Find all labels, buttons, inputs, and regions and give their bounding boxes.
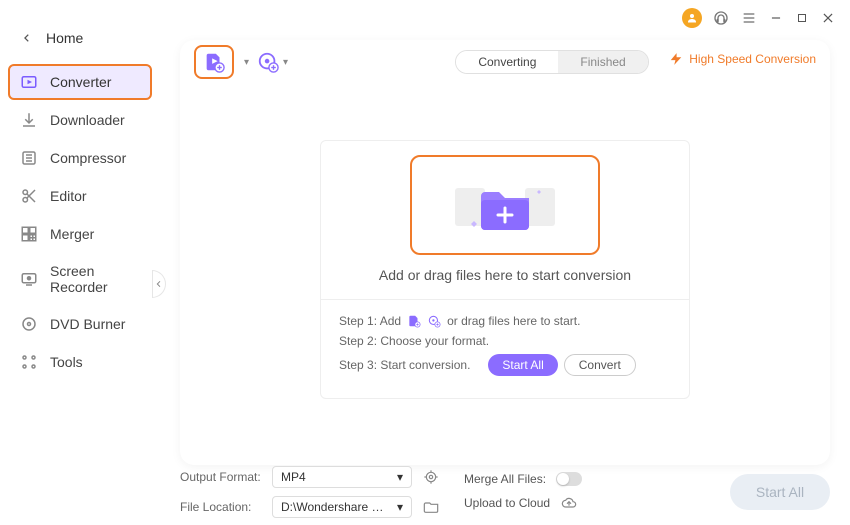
step3-text: Step 3: Start conversion. xyxy=(339,358,470,372)
recorder-icon xyxy=(20,270,38,288)
folder-illustration xyxy=(445,170,565,240)
dropzone: Add or drag files here to start conversi… xyxy=(320,140,690,399)
sidebar-item-editor[interactable]: Editor xyxy=(8,178,152,214)
dvd-icon xyxy=(20,315,38,333)
merger-icon xyxy=(20,225,38,243)
add-dvd-button[interactable] xyxy=(255,49,281,75)
sidebar-item-converter[interactable]: Converter xyxy=(8,64,152,100)
converter-icon xyxy=(20,73,38,91)
sidebar-home[interactable]: Home xyxy=(0,22,160,64)
upload-label: Upload to Cloud xyxy=(464,496,550,510)
step1-suffix: or drag files here to start. xyxy=(447,314,580,328)
lightning-icon xyxy=(669,52,683,66)
output-format-value: MP4 xyxy=(281,470,306,484)
file-location-label: File Location: xyxy=(180,500,262,514)
sidebar-item-label: Editor xyxy=(50,188,87,204)
panel-toolbar: ▾ ▾ Converting Finished High Speed Co xyxy=(180,40,830,84)
merge-toggle[interactable] xyxy=(556,472,582,486)
output-settings-icon[interactable] xyxy=(422,468,440,486)
high-speed-conversion[interactable]: High Speed Conversion xyxy=(669,52,816,66)
dropzone-box[interactable] xyxy=(410,155,600,255)
convert-button[interactable]: Convert xyxy=(564,354,636,376)
sidebar-item-label: DVD Burner xyxy=(50,316,125,332)
tools-icon xyxy=(20,353,38,371)
content-panel: ▾ ▾ Converting Finished High Speed Co xyxy=(180,40,830,465)
file-location-value: D:\Wondershare UniConverter 1 xyxy=(281,500,391,514)
high-speed-label: High Speed Conversion xyxy=(689,52,816,66)
add-file-button[interactable] xyxy=(194,45,234,79)
sidebar-item-label: Tools xyxy=(50,354,83,370)
dropzone-text: Add or drag files here to start conversi… xyxy=(335,267,675,283)
sidebar-item-label: Screen Recorder xyxy=(50,263,140,295)
merge-label: Merge All Files: xyxy=(464,472,546,486)
step-1: Step 1: Add or drag files here to start. xyxy=(339,314,671,328)
start-all-button[interactable]: Start All xyxy=(488,354,557,376)
sidebar-item-label: Converter xyxy=(50,74,111,90)
start-all-main-button[interactable]: Start All xyxy=(730,474,830,510)
add-dvd-dropdown-caret[interactable]: ▾ xyxy=(283,57,288,68)
sidebar-item-dvd-burner[interactable]: DVD Burner xyxy=(8,306,152,342)
sidebar-item-tools[interactable]: Tools xyxy=(8,344,152,380)
compressor-icon xyxy=(20,149,38,167)
file-location-select[interactable]: D:\Wondershare UniConverter 1 ▾ xyxy=(272,496,412,518)
tab-converting[interactable]: Converting xyxy=(456,51,558,73)
add-dvd-mini-icon xyxy=(427,314,441,328)
sidebar-item-label: Compressor xyxy=(50,150,126,166)
chevron-left-icon xyxy=(155,280,163,288)
add-file-dropdown-caret[interactable]: ▾ xyxy=(244,57,249,68)
open-folder-icon[interactable] xyxy=(422,498,440,516)
add-dvd-icon xyxy=(257,51,279,73)
chevron-down-icon: ▾ xyxy=(397,500,403,514)
output-format-label: Output Format: xyxy=(180,470,262,484)
sidebar-item-compressor[interactable]: Compressor xyxy=(8,140,152,176)
dropzone-steps: Step 1: Add or drag files here to start.… xyxy=(321,299,689,398)
sidebar-home-label: Home xyxy=(46,30,83,46)
downloader-icon xyxy=(20,111,38,129)
step-2: Step 2: Choose your format. xyxy=(339,334,671,348)
add-file-mini-icon xyxy=(407,314,421,328)
sidebar-item-merger[interactable]: Merger xyxy=(8,216,152,252)
cloud-upload-icon[interactable] xyxy=(560,494,578,512)
sidebar-item-label: Merger xyxy=(50,226,94,242)
add-file-icon xyxy=(203,51,225,73)
sidebar-item-downloader[interactable]: Downloader xyxy=(8,102,152,138)
step-3: Step 3: Start conversion. Start All Conv… xyxy=(339,354,671,376)
dropzone-upper: Add or drag files here to start conversi… xyxy=(321,141,689,299)
status-tabs: Converting Finished xyxy=(455,50,648,74)
sidebar-item-screen-recorder[interactable]: Screen Recorder xyxy=(8,254,152,304)
chevron-left-icon xyxy=(22,33,32,43)
step1-prefix: Step 1: Add xyxy=(339,314,401,328)
tab-finished[interactable]: Finished xyxy=(558,51,647,73)
sidebar-item-label: Downloader xyxy=(50,112,125,128)
chevron-down-icon: ▾ xyxy=(397,470,403,484)
sidebar: Home Converter Downloader Compressor Edi… xyxy=(0,0,160,525)
bottom-bar: Output Format: MP4 ▾ File Location: D:\W… xyxy=(180,467,830,517)
editor-icon xyxy=(20,187,38,205)
main-area: ▾ ▾ Converting Finished High Speed Co xyxy=(160,0,850,525)
output-format-select[interactable]: MP4 ▾ xyxy=(272,466,412,488)
